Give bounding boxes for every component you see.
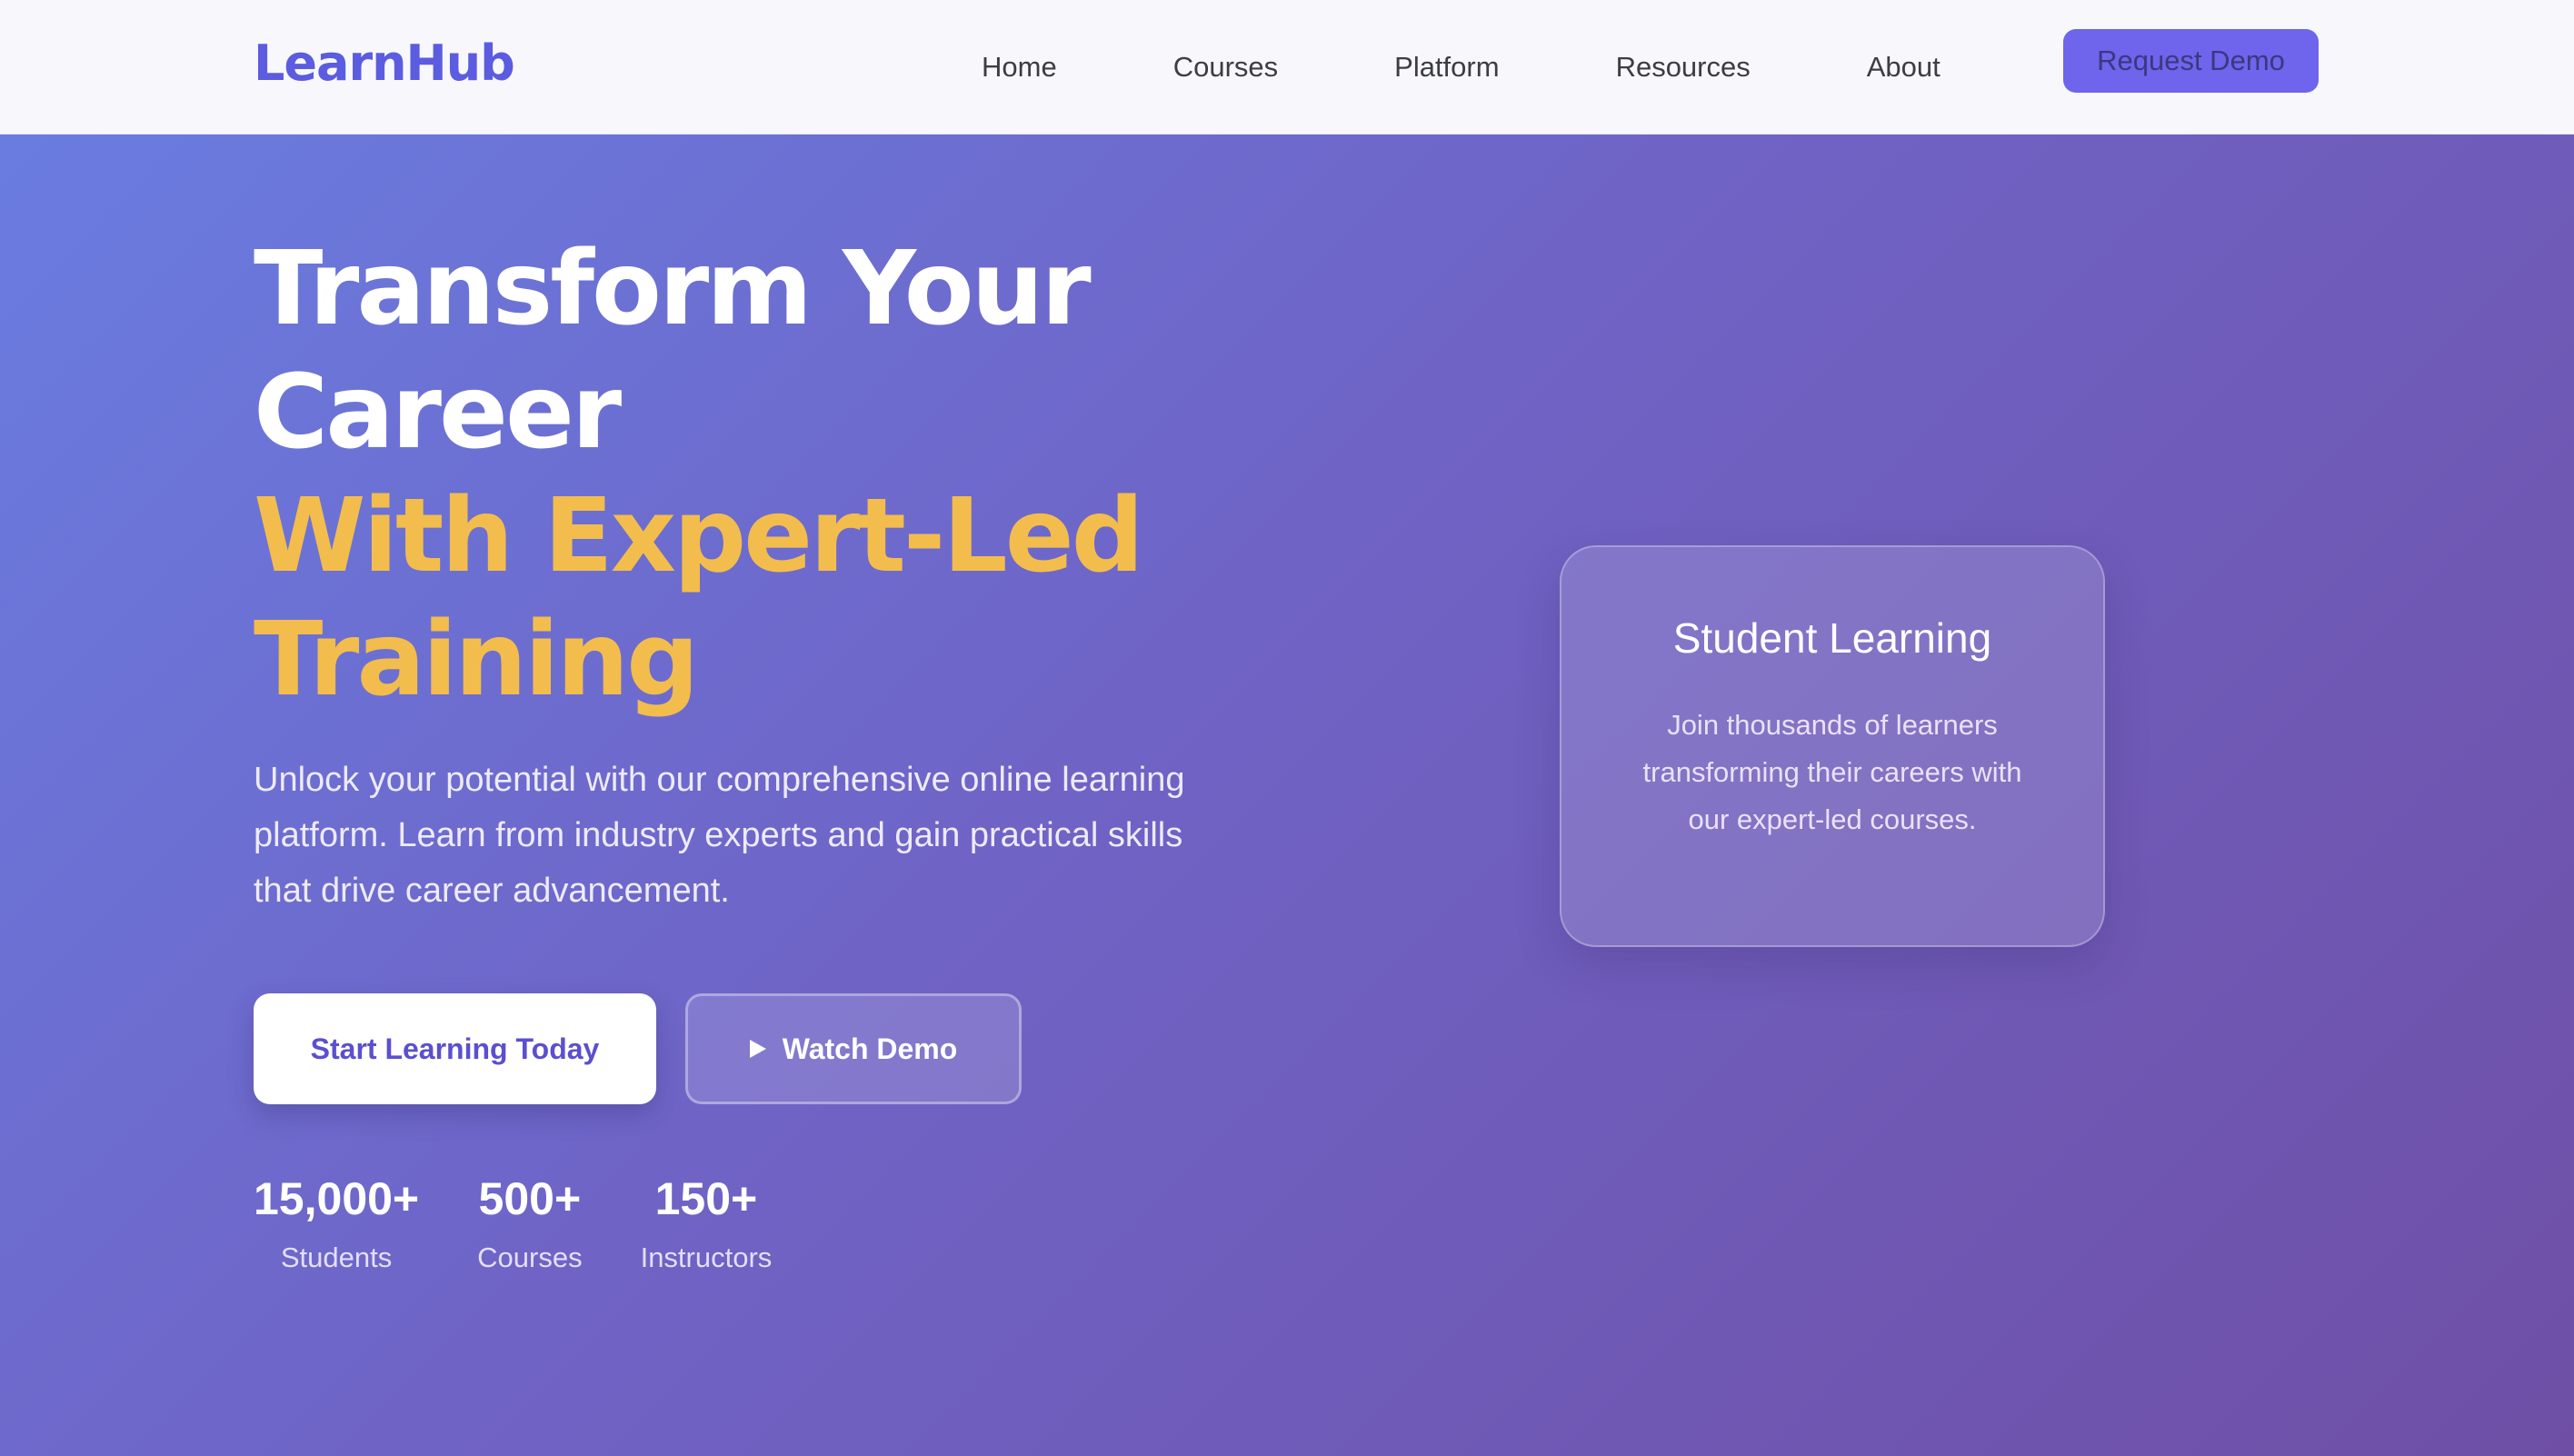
nav-courses[interactable]: Courses — [1173, 49, 1278, 85]
watch-demo-label: Watch Demo — [782, 1032, 958, 1065]
brand-logo[interactable]: LearnHub — [254, 31, 515, 96]
stat-courses: 500+ Courses — [477, 1171, 582, 1276]
watch-demo-button[interactable]: Watch Demo — [685, 993, 1022, 1104]
headline-highlight-line-1: With Expert-Led — [254, 477, 1144, 595]
card-title: Student Learning — [1672, 614, 1992, 662]
start-learning-label: Start Learning Today — [310, 1032, 600, 1065]
top-navbar: LearnHub Home Courses Platform Resources… — [0, 0, 2574, 135]
stat-value: 15,000+ — [254, 1173, 420, 1224]
stat-students: 15,000+ Students — [254, 1171, 419, 1276]
nav-home[interactable]: Home — [982, 49, 1057, 85]
hero-section: Transform Your Career With Expert-Led Tr… — [0, 135, 2574, 1456]
stat-label: Students — [280, 1242, 393, 1273]
play-icon — [749, 1040, 766, 1058]
student-learning-card: Student Learning Join thousands of learn… — [1560, 545, 2105, 947]
stats-row: 15,000+ Students 500+ Courses 150+ Instr… — [254, 1171, 772, 1276]
nav-resources[interactable]: Resources — [1616, 49, 1751, 85]
stat-value: 500+ — [478, 1173, 582, 1224]
nav-about[interactable]: About — [1867, 49, 1940, 85]
headline-line-2: Career — [254, 354, 622, 472]
card-description: Join thousands of learners transforming … — [1642, 709, 2022, 835]
request-demo-button[interactable]: Request Demo — [2063, 29, 2319, 93]
stat-instructors: 150+ Instructors — [641, 1171, 773, 1276]
start-learning-button[interactable]: Start Learning Today — [254, 993, 656, 1104]
hero-description: Unlock your potential with our comprehen… — [254, 761, 1185, 910]
headline-line-1: Transform Your — [254, 230, 1092, 348]
stat-label: Courses — [477, 1242, 583, 1273]
nav-links: Home Courses Platform Resources About — [945, 0, 1940, 135]
nav-platform[interactable]: Platform — [1394, 49, 1499, 85]
stat-label: Instructors — [640, 1242, 773, 1273]
landing-page: LearnHub Home Courses Platform Resources… — [0, 0, 2574, 1456]
hero-headline: Transform Your Career With Expert-Led Tr… — [254, 227, 1253, 722]
stat-value: 150+ — [654, 1173, 758, 1224]
headline-highlight-line-2: Training — [254, 601, 699, 719]
